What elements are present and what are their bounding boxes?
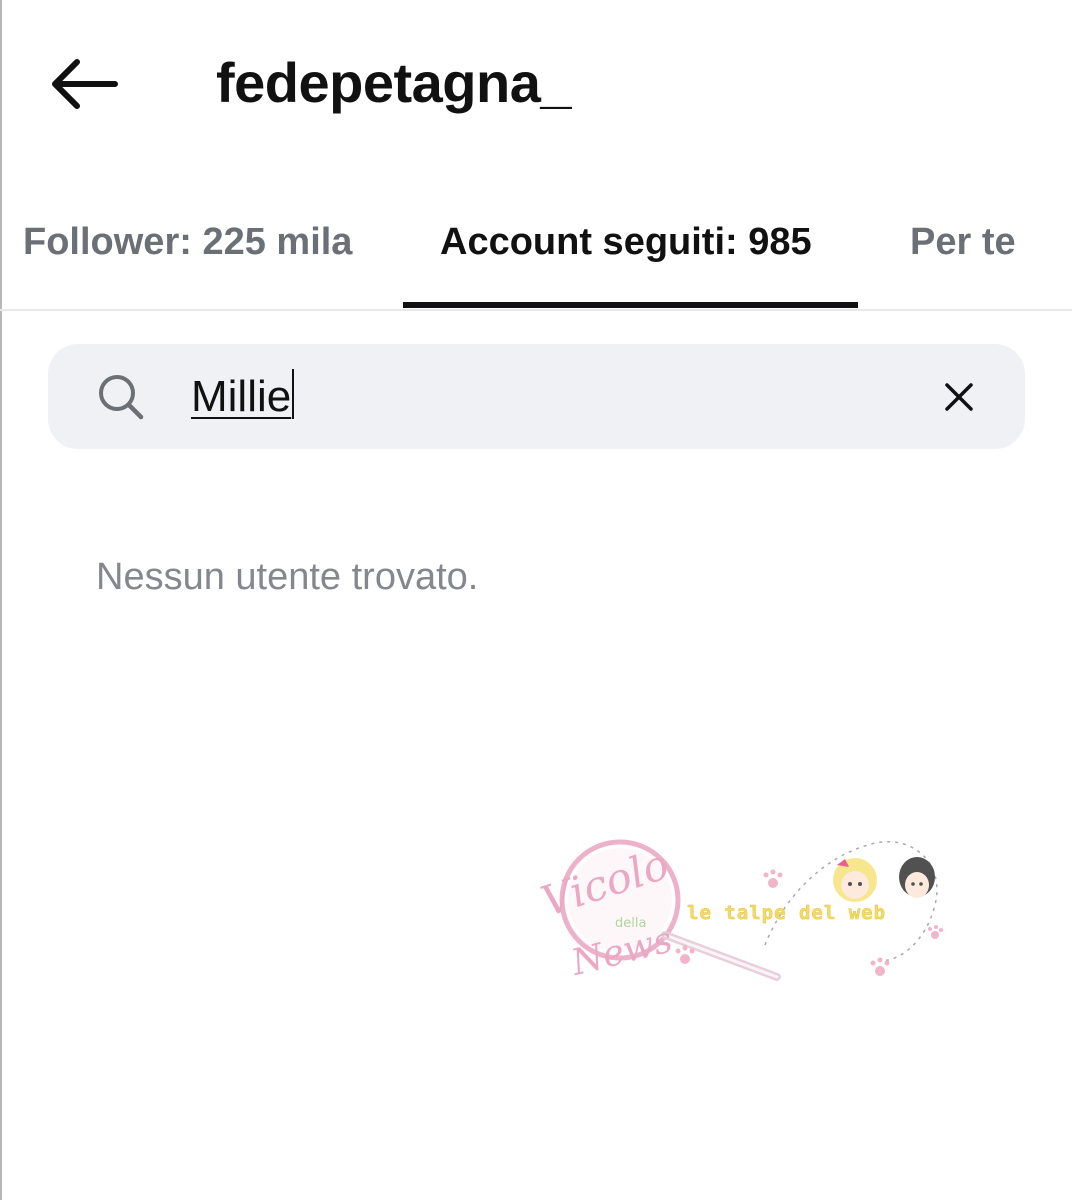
screen-edge xyxy=(0,0,2,1200)
tab-followers[interactable]: Follower: 225 mila xyxy=(23,212,352,272)
search-icon xyxy=(99,375,144,420)
back-button[interactable] xyxy=(38,44,130,124)
text-caret xyxy=(292,369,295,419)
tab-bar: Follower: 225 mila Account seguiti: 985 … xyxy=(0,190,1072,310)
empty-results-message: Nessun utente trovato. xyxy=(96,556,479,598)
tab-following[interactable]: Account seguiti: 985 xyxy=(440,212,812,272)
tab-for-you[interactable]: Per te xyxy=(910,212,1016,272)
search-query-text: Millie xyxy=(191,372,292,421)
profile-header: fedepetagna_ xyxy=(0,0,1072,170)
tabs-divider xyxy=(0,309,1072,311)
clear-search-button[interactable] xyxy=(934,372,984,422)
search-bar[interactable]: Millie xyxy=(48,344,1025,449)
arrow-left-icon xyxy=(52,59,118,109)
close-icon xyxy=(945,383,973,411)
search-input[interactable]: Millie xyxy=(191,366,295,428)
watermark-logo: Vicolo della News le talpe del web xyxy=(535,839,943,984)
watermark-tagline: le talpe del web xyxy=(687,902,886,924)
active-tab-indicator xyxy=(403,302,858,308)
page-title: fedepetagna_ xyxy=(216,51,572,114)
